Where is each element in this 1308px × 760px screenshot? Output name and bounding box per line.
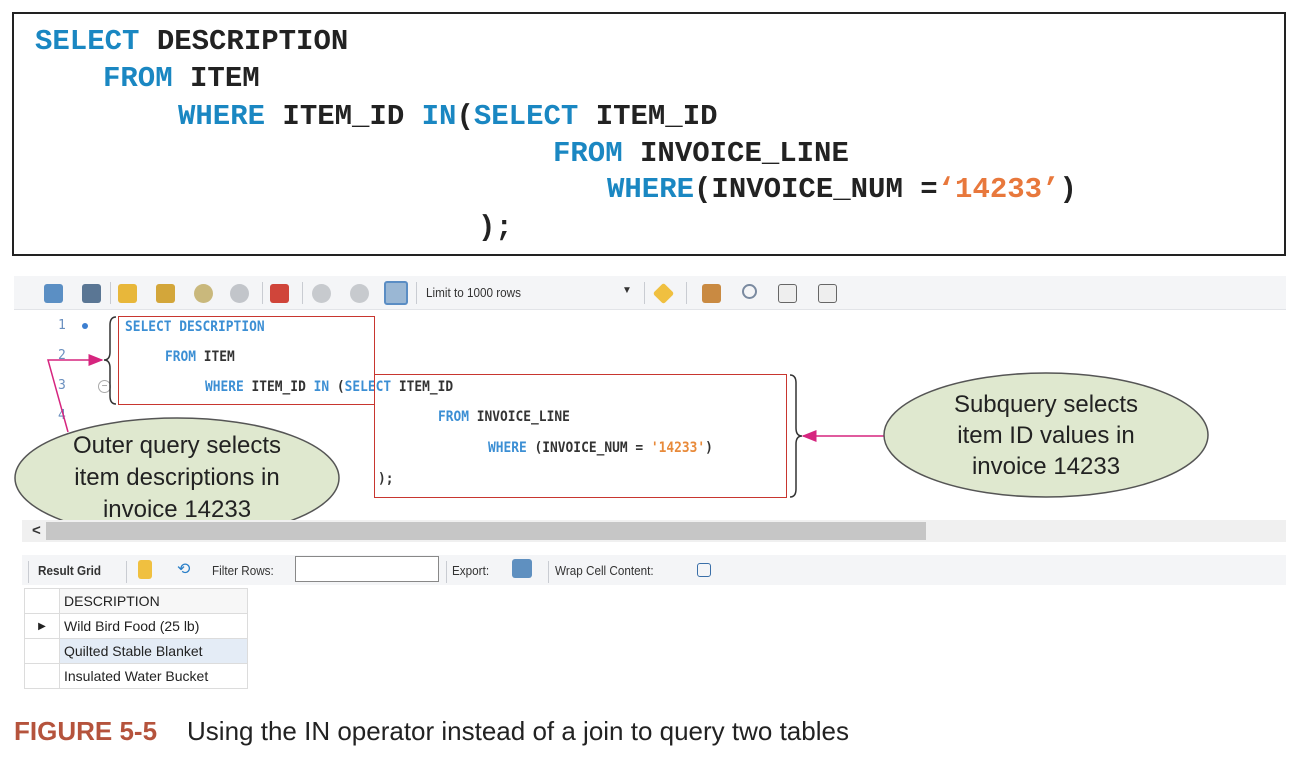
figure-caption: FIGURE 5-5 Using the IN operator instead … [14,716,849,747]
row-marker-cell [24,588,60,614]
export-icon[interactable] [512,559,532,578]
export-label: Export: [452,563,490,578]
scroll-left-button[interactable]: < [32,522,41,539]
refresh-icon[interactable]: ⟲ [177,559,190,579]
right-brace [789,374,803,498]
table-row[interactable]: ▶ Wild Bird Food (25 lb) [24,613,248,639]
row-marker-cell [24,663,60,689]
table-cell[interactable]: Insulated Water Bucket [59,663,248,689]
scrollbar-thumb[interactable] [46,522,926,540]
callout-line: item ID values in [957,422,1135,449]
filter-rows-input[interactable] [295,556,439,582]
row-marker-cell [24,638,60,664]
callout-line: Subquery selects [953,391,1139,418]
table-row[interactable]: Insulated Water Bucket [24,663,248,689]
callout-line: invoice 14233 [971,453,1121,480]
left-brace [103,316,117,405]
callout-line: Outer query selects [72,432,282,459]
table-cell[interactable]: Quilted Stable Blanket [59,638,248,664]
wrap-cell-label: Wrap Cell Content: [555,563,654,578]
wrap-cell-icon[interactable] [697,563,711,577]
table-cell[interactable]: Wild Bird Food (25 lb) [59,613,248,639]
horizontal-scrollbar[interactable]: < [22,520,1286,542]
column-header-description[interactable]: DESCRIPTION [59,588,248,614]
callout-line: item descriptions in [74,464,280,491]
row-selected-icon: ▶ [24,613,60,639]
grid-view-icon[interactable] [138,560,152,579]
outer-callout-text: Outer query selects item descriptions in… [15,430,339,526]
caption-text: Using the IN operator instead of a join … [187,716,849,746]
figure-label: FIGURE 5-5 [14,716,158,746]
result-toolbar: Result Grid ⟲ Filter Rows: Export: Wrap … [22,555,1286,585]
result-grid: DESCRIPTION ▶ Wild Bird Food (25 lb) Quil… [24,588,248,689]
outer-arrow [47,354,104,433]
result-grid-tab[interactable]: Result Grid [38,563,101,578]
subquery-callout-text: Subquery selects item ID values in invoi… [884,389,1208,482]
table-row[interactable]: Quilted Stable Blanket [24,638,248,664]
filter-rows-label: Filter Rows: [212,563,274,578]
table-header-row: DESCRIPTION [24,588,248,614]
